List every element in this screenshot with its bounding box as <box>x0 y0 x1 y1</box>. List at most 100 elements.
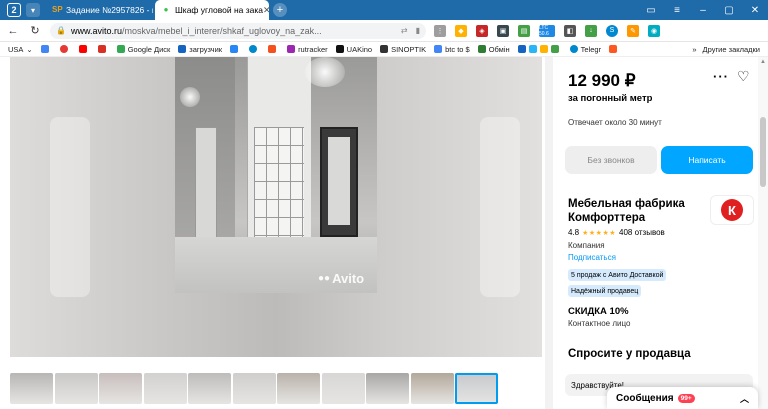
bookmark-gmail[interactable] <box>97 45 109 53</box>
delivery-badge[interactable]: 5 продаж с Авито Доставкой <box>568 269 667 281</box>
youtube-icon <box>78 45 87 53</box>
ltc-price-icon[interactable]: LTC 50.6 <box>539 24 555 37</box>
more-vert-icon[interactable]: ⋮ <box>434 24 446 37</box>
reload-icon[interactable]: ↻ <box>26 24 44 37</box>
tab-title: Задание №2957826 - про <box>66 5 153 15</box>
seller-logo[interactable]: К <box>710 195 754 225</box>
divider <box>545 57 553 409</box>
bookmark-blogger[interactable] <box>609 45 620 53</box>
maximize-icon[interactable]: ▢ <box>716 5 742 16</box>
write-message-button[interactable]: Написать <box>661 146 753 174</box>
bookmark-vk[interactable] <box>230 45 241 53</box>
gallery-thumbnail[interactable] <box>366 373 409 404</box>
main-photo[interactable]: ●● Avito <box>175 57 377 293</box>
extensions-row: ⋮ ◆ ◈ ▣ ▤ LTC 50.6 ◧ ↓ S ✎ ◉ <box>434 24 660 37</box>
bookmark-rutracker[interactable]: rutracker <box>287 45 328 54</box>
seller-rating[interactable]: 4.8 ★★★★★ 408 отзывов <box>568 228 665 237</box>
tab-counter-button[interactable]: 2 <box>7 3 21 17</box>
photo-gallery[interactable]: ●● Avito <box>10 57 542 357</box>
gallery-thumbnail[interactable] <box>188 373 231 404</box>
bookmark-snowflake-icon[interactable] <box>528 45 537 53</box>
bookmark-exchange[interactable]: Обмін <box>477 45 510 54</box>
gallery-thumbnail[interactable] <box>321 373 365 404</box>
thumbnail-strip <box>10 373 498 404</box>
extension-s-icon[interactable]: S <box>606 24 618 37</box>
bookmark-sinoptik[interactable]: SINOPTIK <box>380 45 426 54</box>
google-icon <box>434 45 443 53</box>
scrollbar-thumb[interactable] <box>760 117 766 187</box>
bookmark-usa[interactable]: USA ⌄ <box>8 45 33 54</box>
bookmark-star-icon[interactable]: ▮ <box>416 26 420 35</box>
bookmark-pinterest[interactable] <box>59 45 71 53</box>
gallery-thumbnail[interactable] <box>10 373 53 404</box>
close-window-icon[interactable]: ✕ <box>742 5 768 16</box>
bookmark-telegram[interactable] <box>249 45 260 53</box>
chevron-right-icon: » <box>692 44 697 54</box>
url-input[interactable]: 🔒 www.avito.ru /moskva/mebel_i_interer/s… <box>50 22 426 39</box>
other-bookmarks[interactable]: » Другие закладки <box>692 45 760 54</box>
rutracker-icon <box>287 45 296 53</box>
bookmark-lightning-icon[interactable] <box>539 45 548 53</box>
bookmark-star-icon[interactable] <box>517 45 526 53</box>
minimize-icon[interactable]: – <box>690 5 716 16</box>
close-icon[interactable]: ✕ <box>263 5 269 16</box>
gallery-thumbnail[interactable] <box>99 373 142 404</box>
gallery-thumbnail[interactable] <box>143 373 187 404</box>
contact-person: Контактное лицо <box>568 319 631 328</box>
extension-print-icon[interactable]: ▤ <box>518 24 530 37</box>
bookmark-telegram-2[interactable]: Telegr <box>569 45 601 54</box>
bookmark-google-drive[interactable]: Google Диск <box>116 45 170 54</box>
star-icon: ★★★★★ <box>582 229 617 237</box>
chandelier-icon <box>305 57 345 87</box>
new-tab-button[interactable]: + <box>273 3 287 17</box>
reliable-seller-badge[interactable]: Надёжный продавец <box>568 285 642 297</box>
price-unit: за погонный метр <box>568 93 653 104</box>
gallery-thumbnail[interactable] <box>277 373 320 404</box>
extension-gift-icon[interactable]: ◈ <box>476 24 488 37</box>
extension-green-icon[interactable]: ◉ <box>648 24 660 37</box>
bookmark-f[interactable] <box>268 45 279 53</box>
extension-tools-icon[interactable]: ✎ <box>627 24 639 37</box>
extension-monitor-icon[interactable]: ▣ <box>497 24 509 37</box>
vk-icon <box>230 45 239 53</box>
seller-type: Компания <box>568 241 605 250</box>
blogger-icon <box>609 45 618 53</box>
bookmark-downloader[interactable]: загрузчик <box>178 45 222 54</box>
f-icon <box>268 45 277 53</box>
window-controls: ▭ ≡ – ▢ ✕ <box>638 5 768 16</box>
messages-widget[interactable]: Сообщения 99+ ︿ <box>607 387 758 409</box>
uakino-icon <box>335 45 344 53</box>
entry-door-image <box>320 127 358 237</box>
no-calls-button[interactable]: Без звонков <box>565 146 657 174</box>
heart-icon[interactable]: ♡ <box>737 68 750 85</box>
messages-count-badge: 99+ <box>677 393 695 403</box>
wardrobe-image <box>247 57 311 257</box>
translate-icon[interactable]: ⇄ <box>401 26 408 35</box>
listing-side-panel: 12 990 ₽ за погонный метр ··· ♡ Отвечает… <box>553 57 758 409</box>
bookmark-icon[interactable]: ▭ <box>638 5 664 16</box>
tab-task[interactable]: SP Задание №2957826 - про <box>46 0 153 20</box>
bookmark-pin-icon[interactable] <box>550 45 559 53</box>
tab-avito[interactable]: ● Шкаф угловой на зака ✕ <box>155 0 269 20</box>
page-scrollbar[interactable]: ▲ <box>758 57 768 409</box>
bookmark-google[interactable] <box>40 45 52 53</box>
gallery-thumbnail[interactable] <box>232 373 276 404</box>
bookmark-btc[interactable]: btc to $ <box>434 45 470 54</box>
extension-shield-icon[interactable]: ◆ <box>455 24 467 37</box>
seller-name[interactable]: Мебельная фабрика Комфорттера <box>568 197 703 225</box>
more-horizontal-icon[interactable]: ··· <box>713 69 729 84</box>
chevron-up-icon[interactable]: ︿ <box>740 392 749 405</box>
extension-reader-icon[interactable]: ◧ <box>564 24 576 37</box>
gallery-thumbnail[interactable] <box>455 373 498 404</box>
bookmark-uakino[interactable]: UAKino <box>335 45 372 54</box>
back-arrow-icon[interactable]: ← <box>4 25 22 37</box>
chevron-down-icon: ⌄ <box>26 44 33 54</box>
bookmark-youtube[interactable] <box>78 45 90 53</box>
download-icon[interactable]: ↓ <box>585 24 597 37</box>
gallery-thumbnail[interactable] <box>54 373 98 404</box>
menu-icon[interactable]: ≡ <box>664 5 690 16</box>
scroll-up-icon[interactable]: ▲ <box>760 59 766 65</box>
subscribe-link[interactable]: Подписаться <box>568 253 616 262</box>
gallery-thumbnail[interactable] <box>410 373 454 404</box>
chevron-down-icon[interactable]: ▾ <box>26 3 40 17</box>
